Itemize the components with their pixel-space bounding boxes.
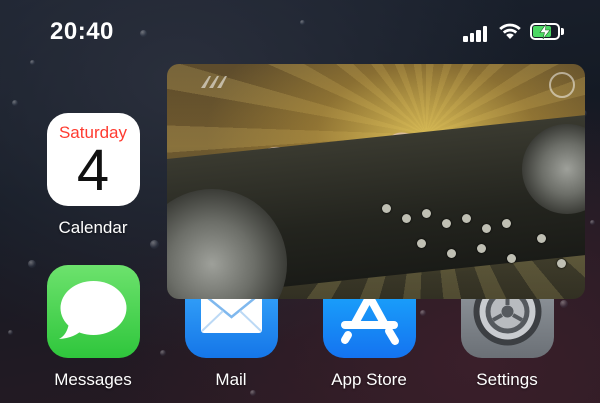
app-label-settings: Settings: [476, 370, 538, 389]
cellular-signal-icon: [463, 24, 489, 42]
calendar-date: 4: [76, 138, 110, 203]
app-calendar[interactable]: Saturday 4 Calendar: [43, 113, 143, 238]
wifi-icon: [498, 22, 522, 45]
speech-bubble-icon: [46, 265, 140, 358]
app-messages[interactable]: Messages: [43, 265, 143, 390]
status-bar: 20:40: [0, 0, 600, 64]
app-label-messages: Messages: [54, 370, 132, 389]
app-label-mail: Mail: [215, 370, 247, 389]
app-label-calendar: Calendar: [58, 218, 128, 237]
app-label-app-store: App Store: [331, 370, 407, 389]
pip-video-player[interactable]: [167, 64, 585, 299]
status-time: 20:40: [50, 18, 114, 45]
video-logo-watermark: [197, 72, 237, 94]
calendar-icon: Saturday 4: [46, 113, 140, 206]
battery-charging-icon: [530, 23, 564, 40]
video-channel-logo: [549, 72, 575, 98]
